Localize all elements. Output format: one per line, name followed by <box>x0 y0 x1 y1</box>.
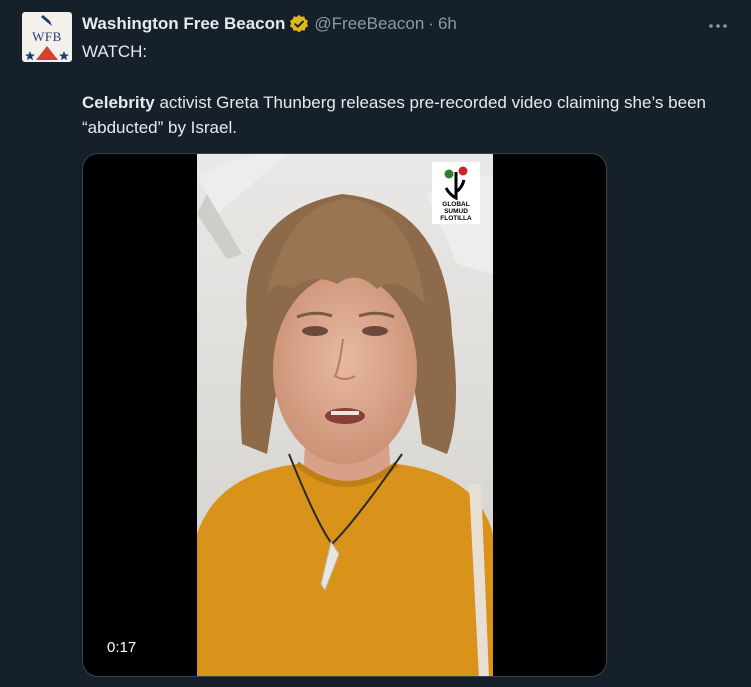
tweet-body-bold: Celebrity <box>82 93 155 112</box>
verified-gold-badge-icon[interactable] <box>289 14 309 34</box>
logo-line-1: GLOBAL <box>442 201 469 208</box>
logo-line-2: SUMUD <box>444 208 468 215</box>
video-frame: GLOBAL SUMUD FLOTILLA <box>197 154 493 676</box>
avatar[interactable]: WFB <box>22 12 72 62</box>
tweet-body: Celebrity activist Greta Thunberg releas… <box>82 90 722 140</box>
video-duration: 0:17 <box>101 637 143 658</box>
video-thumbnail-image <box>197 154 493 676</box>
tweet-time[interactable]: 6h <box>438 14 457 34</box>
pen-icon <box>41 15 52 26</box>
logo-line-3: FLOTILLA <box>440 215 472 222</box>
tweet-body-rest: activist Greta Thunberg releases pre-rec… <box>82 93 706 137</box>
more-dots-icon[interactable] <box>707 18 729 28</box>
display-name[interactable]: Washington Free Beacon <box>82 14 285 34</box>
tweet-line-watch: WATCH: <box>82 42 148 61</box>
separator: · <box>428 14 434 33</box>
stars-triangle-icon <box>25 46 69 61</box>
tweet-header: Washington Free Beacon @FreeBeacon · 6h <box>82 13 457 35</box>
handle[interactable]: @FreeBeacon <box>314 14 424 34</box>
global-sumud-flotilla-logo: GLOBAL SUMUD FLOTILLA <box>432 162 480 224</box>
tweet[interactable]: WFB Washington Free Beacon @FreeBeacon ·… <box>0 0 751 687</box>
video-player[interactable]: GLOBAL SUMUD FLOTILLA 0:17 <box>82 153 607 677</box>
